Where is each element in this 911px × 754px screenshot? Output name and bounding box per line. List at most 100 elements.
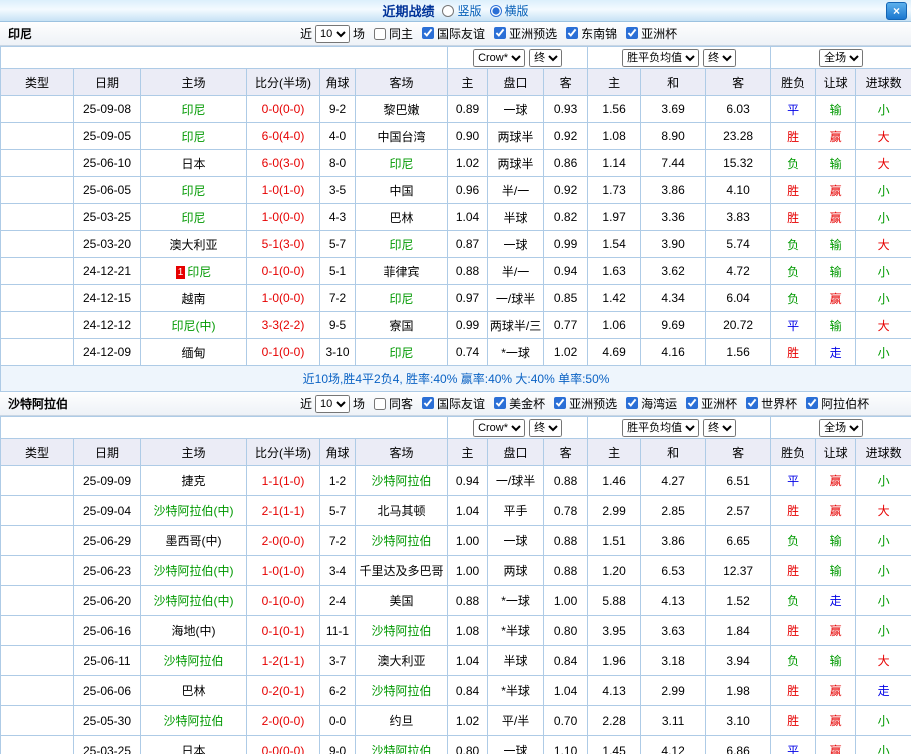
competition-filter[interactable]: 亚洲杯 bbox=[686, 395, 737, 412]
match-row: 亚洲预选 25-03-20 澳大利亚 5-1(3-0) 5-7 印尼 0.87 一球 0.99 1… bbox=[0, 230, 911, 258]
handicap-result-cell: 走 bbox=[815, 585, 857, 616]
layout-option-horizontal[interactable]: 横版 bbox=[489, 2, 529, 19]
competition-filter[interactable]: 东南锦 bbox=[566, 25, 617, 42]
competition-checkbox[interactable] bbox=[806, 397, 819, 410]
handicap-away-odds-cell: 0.88 bbox=[543, 465, 589, 496]
competition-type-cell: 亚洲预选 bbox=[0, 645, 74, 676]
avg-win-odds-cell: 1.46 bbox=[587, 465, 642, 496]
competition-filter[interactable]: 亚洲预选 bbox=[554, 395, 617, 412]
score-cell: 0-1(0-0) bbox=[246, 585, 320, 616]
avg-draw-odds-cell: 6.53 bbox=[640, 555, 707, 586]
score-cell: 0-1(0-0) bbox=[246, 257, 320, 285]
scope-select[interactable]: 全场 bbox=[819, 418, 864, 437]
competition-checkbox[interactable] bbox=[422, 397, 435, 410]
handicap-line-cell: 一球 bbox=[487, 525, 545, 556]
corner-cell: 4-3 bbox=[319, 203, 356, 231]
avg-odds-controls: 胜平负均值终 bbox=[587, 46, 772, 69]
competition-checkbox[interactable] bbox=[554, 397, 567, 410]
avg-odds-select[interactable]: 胜平负均值 bbox=[622, 48, 700, 67]
match-count-select[interactable]: 10 bbox=[315, 394, 351, 413]
match-row: 亚洲预选 25-06-11 沙特阿拉伯 1-2(1-1) 3-7 澳大利亚 1.04 半球 0.… bbox=[0, 645, 911, 676]
competition-checkbox[interactable] bbox=[626, 397, 639, 410]
match-row: 东南锦 24-12-12 印尼(中) 3-3(2-2) 9-5 寮国 0.99 两球半/三 0.… bbox=[0, 311, 911, 339]
final-odds-select[interactable]: 终 bbox=[529, 48, 563, 67]
handicap-line-cell: 一球 bbox=[487, 735, 545, 754]
goals-result-cell: 大 bbox=[855, 122, 911, 150]
column-header: 类型 bbox=[0, 68, 74, 96]
horizontal-layout-radio[interactable] bbox=[489, 4, 502, 17]
home-team-cell: 沙特阿拉伯 bbox=[140, 705, 247, 736]
column-header: 主 bbox=[587, 438, 642, 466]
avg-odds-select[interactable]: 胜平负均值 bbox=[622, 418, 700, 437]
same-venue-checkbox[interactable] bbox=[374, 397, 387, 410]
competition-type-cell: 东南锦 bbox=[0, 257, 74, 285]
away-team-cell: 美国 bbox=[354, 585, 449, 616]
competition-type-cell: 国际友谊 bbox=[0, 465, 74, 496]
odds-source-select[interactable]: Crow* bbox=[473, 418, 526, 437]
header-row: 类型 日期 主场 比分(半场) 角球 客场主盘口客主和客胜负 让球 进球数 bbox=[0, 438, 911, 466]
match-result-cell: 胜 bbox=[770, 122, 817, 150]
vertical-layout-radio[interactable] bbox=[442, 4, 455, 17]
home-team-cell: 1 印尼 bbox=[140, 257, 247, 285]
competition-checkbox[interactable] bbox=[494, 397, 507, 410]
handicap-result-cell: 输 bbox=[815, 311, 857, 339]
competition-filter[interactable]: 国际友谊 bbox=[422, 25, 485, 42]
match-count-select[interactable]: 10 bbox=[315, 24, 351, 43]
final-odds-select[interactable]: 终 bbox=[703, 418, 737, 437]
handicap-away-odds-cell: 0.86 bbox=[543, 149, 589, 177]
away-team-cell: 沙特阿拉伯 bbox=[354, 735, 449, 754]
match-row: 东南锦 24-12-09 缅甸 0-1(0-0) 3-10 印尼 0.74 *一球 1.02 4.… bbox=[0, 338, 911, 366]
layout-option-vertical[interactable]: 竖版 bbox=[442, 2, 482, 19]
handicap-line-cell: 平/半 bbox=[487, 705, 545, 736]
same-venue-filter[interactable]: 同主 bbox=[374, 25, 413, 42]
competition-filter[interactable]: 亚洲杯 bbox=[626, 25, 677, 42]
column-header: 进球数 bbox=[855, 438, 911, 466]
handicap-home-odds-cell: 1.04 bbox=[447, 203, 489, 231]
away-team-cell: 沙特阿拉伯 bbox=[354, 465, 449, 496]
scope-select[interactable]: 全场 bbox=[819, 48, 864, 67]
competition-checkbox[interactable] bbox=[566, 27, 579, 40]
competition-type-cell: 美金杯 bbox=[0, 615, 74, 646]
avg-draw-odds-cell: 3.63 bbox=[640, 615, 707, 646]
competition-checkbox[interactable] bbox=[746, 397, 759, 410]
final-odds-select[interactable]: 终 bbox=[703, 48, 737, 67]
competition-checkbox[interactable] bbox=[626, 27, 639, 40]
match-result-cell: 负 bbox=[770, 585, 817, 616]
final-odds-select[interactable]: 终 bbox=[529, 418, 563, 437]
competition-filter[interactable]: 海湾运 bbox=[626, 395, 677, 412]
away-team-cell: 沙特阿拉伯 bbox=[354, 615, 449, 646]
handicap-away-odds-cell: 0.92 bbox=[543, 176, 589, 204]
handicap-result-cell: 输 bbox=[815, 149, 857, 177]
column-header: 让球 bbox=[815, 68, 857, 96]
match-row: 国际友谊 25-09-04 沙特阿拉伯(中) 2-1(1-1) 5-7 北马其顿 1.04 平… bbox=[0, 495, 911, 526]
handicap-home-odds-cell: 0.96 bbox=[447, 176, 489, 204]
competition-filter[interactable]: 世界杯 bbox=[746, 395, 797, 412]
corner-cell: 5-7 bbox=[319, 230, 356, 258]
home-team-cell: 沙特阿拉伯(中) bbox=[140, 585, 247, 616]
competition-filter[interactable]: 美金杯 bbox=[494, 395, 545, 412]
competition-filter[interactable]: 国际友谊 bbox=[422, 395, 485, 412]
competition-checkbox[interactable] bbox=[494, 27, 507, 40]
goals-result-cell: 小 bbox=[855, 284, 911, 312]
close-icon: × bbox=[892, 4, 900, 18]
odds-source-select[interactable]: Crow* bbox=[473, 48, 526, 67]
same-venue-filter[interactable]: 同客 bbox=[374, 395, 413, 412]
close-button[interactable]: × bbox=[886, 2, 907, 20]
competition-filter[interactable]: 阿拉伯杯 bbox=[806, 395, 869, 412]
competition-checkbox[interactable] bbox=[422, 27, 435, 40]
handicap-away-odds-cell: 0.70 bbox=[543, 705, 589, 736]
goals-result-cell: 小 bbox=[855, 176, 911, 204]
goals-result-cell: 小 bbox=[855, 465, 911, 496]
handicap-result-cell: 输 bbox=[815, 525, 857, 556]
handicap-line-cell: 两球半/三 bbox=[487, 311, 545, 339]
score-cell: 6-0(4-0) bbox=[246, 122, 320, 150]
competition-checkbox[interactable] bbox=[686, 397, 699, 410]
away-team-cell: 寮国 bbox=[354, 311, 449, 339]
goals-result-cell: 小 bbox=[855, 615, 911, 646]
competition-type-cell: 美金杯 bbox=[0, 585, 74, 616]
competition-type-cell: 亚洲预选 bbox=[0, 230, 74, 258]
competition-filter[interactable]: 亚洲预选 bbox=[494, 25, 557, 42]
same-venue-checkbox[interactable] bbox=[374, 27, 387, 40]
avg-win-odds-cell: 1.96 bbox=[587, 645, 642, 676]
handicap-home-odds-cell: 0.99 bbox=[447, 311, 489, 339]
